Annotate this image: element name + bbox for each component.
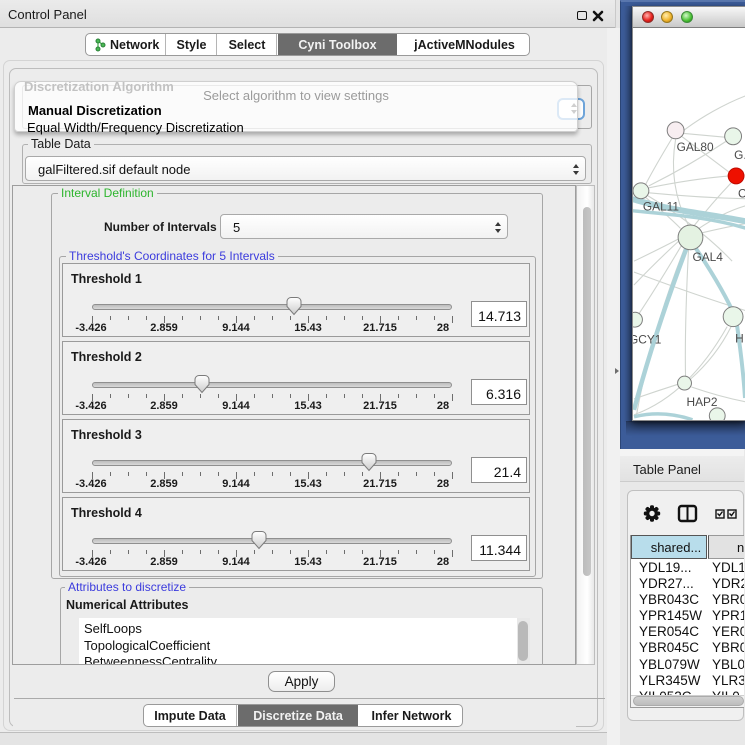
svg-text:H: H [735,331,744,345]
svg-text:GAL11: GAL11 [643,200,679,214]
svg-text:HAP2: HAP2 [687,395,718,409]
svg-text:GCY1: GCY1 [632,332,662,346]
svg-text:GAL80: GAL80 [677,140,714,154]
svg-text:C: C [738,187,745,201]
svg-text:GAL4: GAL4 [692,250,723,264]
svg-text:G.: G. [734,148,745,162]
